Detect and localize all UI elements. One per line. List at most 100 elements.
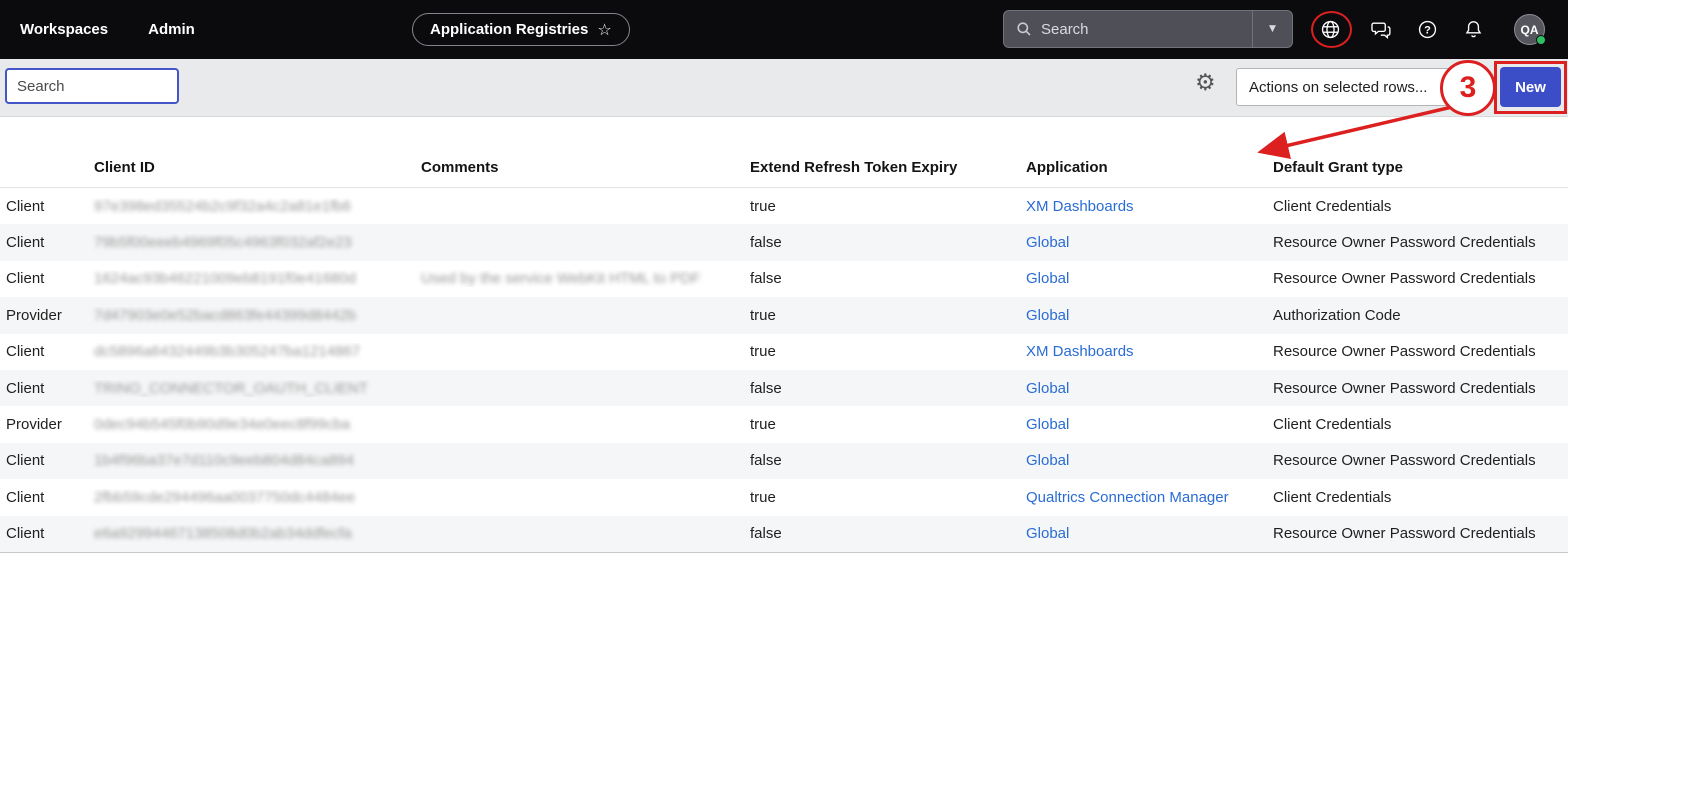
cell-type: Provider xyxy=(0,307,86,324)
header-comments[interactable]: Comments xyxy=(413,159,742,176)
header-grant-type[interactable]: Default Grant type xyxy=(1265,159,1568,176)
feedback-icon[interactable] xyxy=(1370,18,1393,41)
globe-icon[interactable] xyxy=(1319,18,1342,41)
toolbar: ⚙ Actions on selected rows... ▼ New xyxy=(0,59,1568,117)
avatar-initials: QA xyxy=(1521,23,1539,37)
cell-application: Global xyxy=(1018,270,1265,287)
cell-grant-type: Client Credentials xyxy=(1265,416,1568,433)
header-extend-refresh[interactable]: Extend Refresh Token Expiry xyxy=(742,159,1018,176)
cell-extend-refresh: true xyxy=(742,489,1018,506)
cell-type: Client xyxy=(0,234,86,251)
table-row[interactable]: Client e6a92994467138508d0b2ab34ddfecfa … xyxy=(0,516,1568,552)
favorite-star-icon[interactable]: ☆ xyxy=(597,20,611,39)
cell-application: Global xyxy=(1018,452,1265,469)
context-pill-label: Application Registries xyxy=(430,21,588,38)
cell-client-id: 79b5f00eeeb4969f05c4963f032af2e23 xyxy=(86,234,413,251)
cell-application: XM Dashboards xyxy=(1018,343,1265,360)
application-link[interactable]: Global xyxy=(1026,270,1069,287)
top-nav: Workspaces Admin Application Registries … xyxy=(0,0,1568,59)
cell-type: Client xyxy=(0,343,86,360)
cell-extend-refresh: false xyxy=(742,525,1018,542)
new-button[interactable]: New xyxy=(1500,67,1561,107)
cell-application: Global xyxy=(1018,307,1265,324)
header-application[interactable]: Application xyxy=(1018,159,1265,176)
cell-client-id: 7d47903e0e52bacd863fe44399d8442b xyxy=(86,307,413,324)
chevron-down-icon: ▼ xyxy=(1451,82,1459,93)
cell-extend-refresh: true xyxy=(742,307,1018,324)
cell-client-id: 1624ac93b46221009eb8191f0e41680d xyxy=(86,270,413,287)
cell-extend-refresh: true xyxy=(742,198,1018,215)
app-window: Workspaces Admin Application Registries … xyxy=(0,0,1568,553)
cell-type: Client xyxy=(0,198,86,215)
cell-grant-type: Resource Owner Password Credentials xyxy=(1265,234,1568,251)
cell-application: Global xyxy=(1018,234,1265,251)
cell-type: Client xyxy=(0,380,86,397)
cell-type: Client xyxy=(0,525,86,542)
search-icon xyxy=(1016,21,1032,37)
cell-extend-refresh: false xyxy=(742,380,1018,397)
table-row[interactable]: Client 97e398ed35524b2c9f32a4c2a81e1fb6 … xyxy=(0,188,1568,224)
application-link[interactable]: Global xyxy=(1026,234,1069,251)
help-icon[interactable]: ? xyxy=(1416,18,1439,41)
application-link[interactable]: Global xyxy=(1026,307,1069,324)
avatar[interactable]: QA xyxy=(1514,14,1545,45)
cell-client-id: 97e398ed35524b2c9f32a4c2a81e1fb6 xyxy=(86,198,413,215)
notifications-icon[interactable] xyxy=(1462,18,1485,41)
application-link[interactable]: Global xyxy=(1026,452,1069,469)
actions-dropdown[interactable]: Actions on selected rows... ▼ xyxy=(1236,68,1472,106)
cell-grant-type: Client Credentials xyxy=(1265,489,1568,506)
table-row[interactable]: Provider 0dec94b545f0b90d9e34e0eec8f99cb… xyxy=(0,406,1568,442)
settings-gear-icon[interactable]: ⚙ xyxy=(1195,72,1216,95)
cell-extend-refresh: false xyxy=(742,234,1018,251)
context-pill[interactable]: Application Registries ☆ xyxy=(412,13,630,46)
registries-table: Client ID Comments Extend Refresh Token … xyxy=(0,148,1568,553)
global-search-placeholder: Search xyxy=(1041,21,1089,38)
cell-client-id: e6a92994467138508d0b2ab34ddfecfa xyxy=(86,525,413,542)
cell-application: Global xyxy=(1018,416,1265,433)
table-row[interactable]: Client 79b5f00eeeb4969f05c4963f032af2e23… xyxy=(0,224,1568,260)
cell-grant-type: Resource Owner Password Credentials xyxy=(1265,525,1568,542)
cell-extend-refresh: true xyxy=(742,416,1018,433)
global-search[interactable]: Search ▼ xyxy=(1003,10,1293,48)
application-link[interactable]: XM Dashboards xyxy=(1026,343,1134,360)
application-link[interactable]: Global xyxy=(1026,380,1069,397)
table-search-input[interactable] xyxy=(5,68,179,104)
cell-client-id: 0dec94b545f0b90d9e34e0eec8f99cba xyxy=(86,416,413,433)
cell-comments: Used by the service WebKit HTML to PDF xyxy=(413,270,742,287)
cell-grant-type: Resource Owner Password Credentials xyxy=(1265,343,1568,360)
cell-type: Client xyxy=(0,452,86,469)
cell-client-id: 2fbb59cde294496aa0037750dc4484ee xyxy=(86,489,413,506)
table-row[interactable]: Client 1624ac93b46221009eb8191f0e41680d … xyxy=(0,261,1568,297)
application-link[interactable]: Global xyxy=(1026,416,1069,433)
cell-application: Global xyxy=(1018,525,1265,542)
table-row[interactable]: Client 1b4f96ba37e7d110c9eeb804d84ca894 … xyxy=(0,443,1568,479)
table-row[interactable]: Client TRINO_CONNECTOR_OAUTH_CLIENT fals… xyxy=(0,370,1568,406)
cell-client-id: dc5896a6432449b3b305247ba1214867 xyxy=(86,343,413,360)
nav-admin[interactable]: Admin xyxy=(148,21,195,38)
cell-application: Global xyxy=(1018,380,1265,397)
application-link[interactable]: Global xyxy=(1026,525,1069,542)
header-client-id[interactable]: Client ID xyxy=(86,159,413,176)
application-link[interactable]: Qualtrics Connection Manager xyxy=(1026,489,1229,506)
table-row[interactable]: Client 2fbb59cde294496aa0037750dc4484ee … xyxy=(0,479,1568,515)
cell-application: Qualtrics Connection Manager xyxy=(1018,489,1265,506)
cell-client-id: 1b4f96ba37e7d110c9eeb804d84ca894 xyxy=(86,452,413,469)
cell-extend-refresh: true xyxy=(742,343,1018,360)
cell-type: Provider xyxy=(0,416,86,433)
svg-text:?: ? xyxy=(1424,24,1431,36)
application-link[interactable]: XM Dashboards xyxy=(1026,198,1134,215)
cell-type: Client xyxy=(0,270,86,287)
table-row[interactable]: Provider 7d47903e0e52bacd863fe44399d8442… xyxy=(0,297,1568,333)
cell-extend-refresh: false xyxy=(742,452,1018,469)
cell-extend-refresh: false xyxy=(742,270,1018,287)
table-body: Client 97e398ed35524b2c9f32a4c2a81e1fb6 … xyxy=(0,188,1568,553)
search-scope-dropdown[interactable]: ▼ xyxy=(1252,11,1292,47)
nav-workspaces[interactable]: Workspaces xyxy=(20,21,108,38)
cell-application: XM Dashboards xyxy=(1018,198,1265,215)
cell-client-id: TRINO_CONNECTOR_OAUTH_CLIENT xyxy=(86,380,413,397)
cell-grant-type: Resource Owner Password Credentials xyxy=(1265,270,1568,287)
table-header-row: Client ID Comments Extend Refresh Token … xyxy=(0,148,1568,188)
table-row[interactable]: Client dc5896a6432449b3b305247ba1214867 … xyxy=(0,334,1568,370)
primary-nav: Workspaces Admin xyxy=(20,0,195,59)
presence-indicator xyxy=(1536,35,1546,45)
